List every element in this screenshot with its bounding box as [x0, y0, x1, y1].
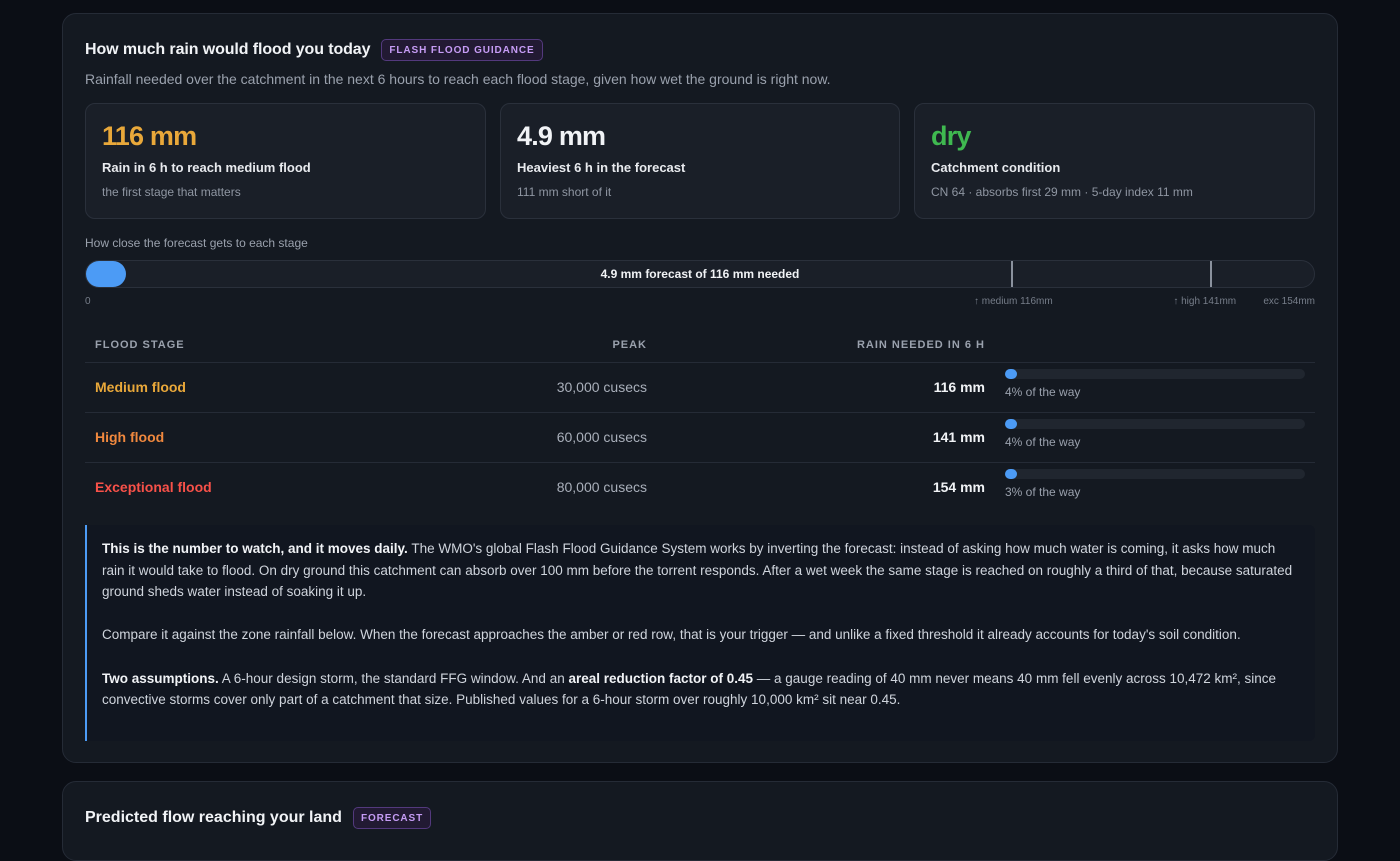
gauge-label: 4.9 mm forecast of 116 mm needed	[600, 267, 800, 281]
gauge-tick-medium: ↑ medium 116mm	[973, 296, 1053, 307]
progress-label: 4% of the way	[1005, 384, 1081, 399]
stat-sub: 111 mm short of it	[517, 185, 612, 199]
stat-value: 4.9 mm	[517, 121, 606, 151]
gauge-tick-high: ↑ high 141mm	[1173, 296, 1237, 307]
stat-value: dry	[931, 121, 971, 151]
stage-rain-needed: 116 mm	[657, 362, 995, 413]
note-text: Compare it against the zone rainfall bel…	[102, 627, 1241, 643]
stage-progress: 4% of the way	[995, 412, 1315, 463]
stat-sub: CN 64 · absorbs first 29 mm · 5-day inde…	[931, 185, 1193, 199]
stat-label: Heaviest 6 h in the forecast	[517, 160, 686, 175]
stage-name: High flood	[85, 412, 415, 463]
col-flood-stage: FLOOD STAGE	[85, 329, 415, 363]
progress-label: 4% of the way	[1005, 434, 1081, 449]
stage-name: Medium flood	[85, 362, 415, 413]
flash-flood-guidance-card: How much rain would flood you today FLAS…	[62, 13, 1338, 763]
stat-label: Catchment condition	[931, 160, 1061, 175]
forecast-badge: FORECAST	[352, 807, 432, 829]
stage-rain-needed: 154 mm	[932, 479, 985, 496]
note-text: A 6-hour design storm, the standard FFG …	[218, 670, 569, 686]
stat-medium-flood-rain: 116 mm Rain in 6 h to reach medium flood…	[85, 103, 486, 219]
stat-value: 116 mm	[102, 121, 197, 151]
guidance-badge: FLASH FLOOD GUIDANCE	[381, 39, 543, 61]
progress-track	[1005, 418, 1305, 429]
stage-progress: 3% of the way	[995, 462, 1315, 512]
note-emphasis: areal reduction factor of 0.45	[568, 670, 754, 686]
stage-peak: 60,000 cusecs	[415, 412, 657, 463]
progress-fill	[1005, 468, 1017, 479]
table-row: Medium flood 30,000 cusecs 116 mm 4% of …	[85, 362, 1315, 413]
card-subtitle: Rainfall needed over the catchment in th…	[85, 71, 831, 87]
progress-fill	[1005, 368, 1017, 379]
stage-peak: 30,000 cusecs	[415, 362, 657, 413]
col-rain-needed: RAIN NEEDED IN 6 H	[657, 329, 995, 363]
note-emphasis: Two assumptions.	[102, 670, 219, 686]
stat-heaviest-forecast: 4.9 mm Heaviest 6 h in the forecast 111 …	[500, 103, 900, 219]
explainer-note: This is the number to watch, and it move…	[85, 525, 1315, 741]
progress-label: 3% of the way	[1005, 484, 1081, 499]
progress-track	[1005, 468, 1305, 479]
gauge-tick-end: exc 154mm	[1263, 296, 1315, 307]
note-paragraph: Compare it against the zone rainfall bel…	[102, 624, 1299, 646]
note-paragraph: This is the number to watch, and it move…	[102, 538, 1299, 603]
col-peak: PEAK	[415, 329, 657, 363]
stage-peak: 80,000 cusecs	[556, 479, 647, 496]
stage-name: Exceptional flood	[95, 479, 212, 496]
stat-catchment-condition: dry Catchment condition CN 64 · absorbs …	[914, 103, 1315, 219]
card-header: How much rain would flood you today FLAS…	[85, 39, 543, 61]
progress-fill	[1005, 418, 1017, 429]
stage-rain-needed: 141 mm	[657, 412, 995, 463]
stat-label: Rain in 6 h to reach medium flood	[102, 160, 311, 175]
card-title: How much rain would flood you today	[85, 41, 371, 58]
card-title: Predicted flow reaching your land	[85, 809, 342, 826]
progress-track	[1005, 368, 1305, 379]
card-header: Predicted flow reaching your land FORECA…	[85, 807, 432, 829]
note-paragraph: Two assumptions. A 6-hour design storm, …	[102, 668, 1299, 711]
predicted-flow-card: Predicted flow reaching your land FORECA…	[62, 781, 1338, 861]
gauge-caption: How close the forecast gets to each stag…	[85, 236, 308, 250]
gauge-tick-zero: 0	[85, 296, 91, 307]
flood-stage-table: FLOOD STAGE PEAK RAIN NEEDED IN 6 H Medi…	[85, 329, 1315, 512]
stat-sub: the first stage that matters	[102, 185, 241, 199]
table-row: Exceptional flood 80,000 cusecs 154 mm 3…	[85, 462, 1315, 512]
forecast-gauge: 4.9 mm forecast of 116 mm needed	[85, 260, 1315, 288]
table-row: High flood 60,000 cusecs 141 mm 4% of th…	[85, 412, 1315, 463]
col-progress	[995, 329, 1315, 363]
note-emphasis: This is the number to watch, and it move…	[102, 541, 408, 556]
stage-progress: 4% of the way	[995, 362, 1315, 413]
